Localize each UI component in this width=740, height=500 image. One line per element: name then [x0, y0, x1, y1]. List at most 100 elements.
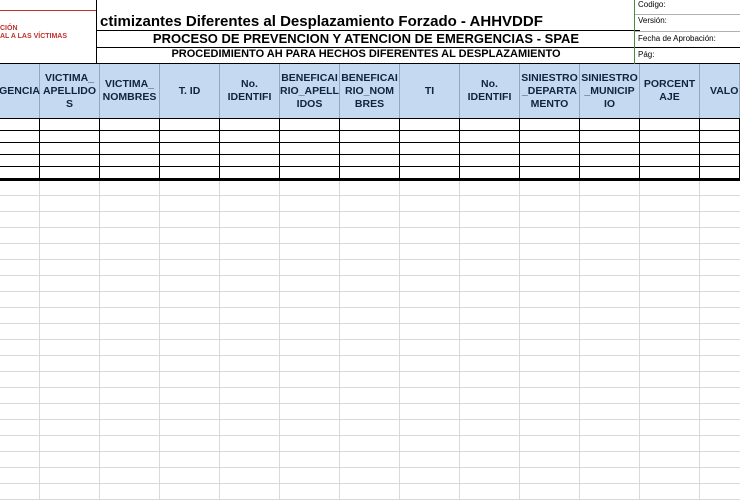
- meta-codigo[interactable]: Codigo:: [638, 0, 666, 9]
- table-cell[interactable]: [160, 167, 220, 179]
- process-title[interactable]: PROCESO DE PREVENCION Y ATENCION DE EMER…: [98, 31, 634, 46]
- table-cell[interactable]: [460, 131, 520, 143]
- table-cell[interactable]: [460, 119, 520, 131]
- table-cell[interactable]: [700, 119, 740, 131]
- table-cell[interactable]: [40, 119, 100, 131]
- table-cell[interactable]: [160, 143, 220, 155]
- grid-column-line: [699, 181, 700, 500]
- table-cell[interactable]: [400, 155, 460, 167]
- table-cell[interactable]: [40, 167, 100, 179]
- table-cell[interactable]: [580, 119, 640, 131]
- column-header-siniestro-departamento[interactable]: SINIESTRO _DEPARTA MENTO: [520, 64, 580, 118]
- document-title[interactable]: ctimizantes Diferentes al Desplazamiento…: [100, 13, 543, 30]
- table-cell[interactable]: [100, 131, 160, 143]
- column-header-tipo-id[interactable]: T. ID: [160, 64, 220, 118]
- header-rule: [634, 14, 740, 15]
- column-header-beneficiario-nombres[interactable]: BENEFICAI RIO_NOM BRES: [340, 64, 400, 118]
- table-cell[interactable]: [160, 155, 220, 167]
- table-cell[interactable]: [640, 143, 700, 155]
- header-rule: [634, 31, 740, 32]
- column-header-siniestro-municipio[interactable]: SINIESTRO _MUNICIP IO: [580, 64, 640, 118]
- table-cell[interactable]: [400, 131, 460, 143]
- table-cell[interactable]: [340, 119, 400, 131]
- grid-column-line: [639, 181, 640, 500]
- meta-version[interactable]: Versión:: [638, 16, 667, 25]
- column-header-label: VICTIMA_ APELLIDO S: [42, 71, 97, 110]
- table-cell[interactable]: [0, 167, 40, 179]
- table-cell[interactable]: [580, 167, 640, 179]
- table-cell[interactable]: [400, 167, 460, 179]
- table-cell[interactable]: [0, 131, 40, 143]
- table-cell[interactable]: [700, 131, 740, 143]
- table-cell[interactable]: [580, 155, 640, 167]
- table-cell[interactable]: [100, 167, 160, 179]
- table-cell[interactable]: [280, 167, 340, 179]
- table-cell[interactable]: [640, 167, 700, 179]
- column-header-victima-nombres[interactable]: VICTIMA_ NOMBRES: [100, 64, 160, 118]
- table-cell[interactable]: [460, 155, 520, 167]
- table-cell[interactable]: [0, 155, 40, 167]
- column-header-victima-apellidos[interactable]: VICTIMA_ APELLIDO S: [40, 64, 100, 118]
- table-cell[interactable]: [520, 131, 580, 143]
- table-cell[interactable]: [520, 119, 580, 131]
- table-cell[interactable]: [640, 119, 700, 131]
- table-cell[interactable]: [580, 131, 640, 143]
- table-cell[interactable]: [520, 155, 580, 167]
- table-cell[interactable]: [460, 143, 520, 155]
- table-cell[interactable]: [280, 119, 340, 131]
- header-rule: [96, 47, 740, 48]
- column-header-no-identificacion[interactable]: No. IDENTIFI: [220, 64, 280, 118]
- column-header-label: T. ID: [178, 84, 201, 97]
- table-cell[interactable]: [40, 143, 100, 155]
- column-header-no-identificacion-2[interactable]: No. IDENTIFI: [460, 64, 520, 118]
- table-cell[interactable]: [340, 155, 400, 167]
- table-cell[interactable]: [280, 143, 340, 155]
- table-cell[interactable]: [100, 143, 160, 155]
- procedure-title[interactable]: PROCEDIMIENTO AH PARA HECHOS DIFERENTES …: [98, 48, 634, 60]
- table-cell[interactable]: [340, 143, 400, 155]
- grid-column-line: [339, 181, 340, 500]
- column-header-ti[interactable]: TI: [400, 64, 460, 118]
- table-cell[interactable]: [0, 119, 40, 131]
- grid-column-line: [399, 181, 400, 500]
- table-bottom-rule: [0, 179, 740, 181]
- table-cell[interactable]: [220, 119, 280, 131]
- table-cell[interactable]: [340, 131, 400, 143]
- table-cell[interactable]: [700, 167, 740, 179]
- header-rule: [96, 30, 640, 31]
- table-cell[interactable]: [220, 167, 280, 179]
- table-cell[interactable]: [0, 143, 40, 155]
- table-cell[interactable]: [640, 131, 700, 143]
- table-cell[interactable]: [40, 155, 100, 167]
- table-cell[interactable]: [100, 155, 160, 167]
- meta-fecha[interactable]: Fecha de Aprobación:: [638, 34, 716, 43]
- table-cell[interactable]: [160, 131, 220, 143]
- column-header-porcentaje[interactable]: PORCENT AJE: [640, 64, 700, 118]
- column-header-label: VALO: [710, 84, 739, 97]
- table-cell[interactable]: [580, 143, 640, 155]
- column-header-beneficiario-apellidos[interactable]: BENEFICAI RIO_APELL IDOS: [280, 64, 340, 118]
- table-cell[interactable]: [700, 155, 740, 167]
- column-header-agencia[interactable]: GENCIA: [0, 64, 40, 118]
- table-cell[interactable]: [40, 131, 100, 143]
- table-cell[interactable]: [280, 131, 340, 143]
- table-cell[interactable]: [220, 155, 280, 167]
- grid-column-line: [159, 181, 160, 500]
- table-cell[interactable]: [400, 119, 460, 131]
- table-cell[interactable]: [400, 143, 460, 155]
- table-cell[interactable]: [220, 131, 280, 143]
- column-header-valor[interactable]: VALO: [700, 64, 740, 118]
- table-cell[interactable]: [520, 167, 580, 179]
- grid-column-line: [579, 181, 580, 500]
- table-cell[interactable]: [460, 167, 520, 179]
- table-cell[interactable]: [340, 167, 400, 179]
- table-cell[interactable]: [700, 143, 740, 155]
- table-cell[interactable]: [220, 143, 280, 155]
- table-cell[interactable]: [640, 155, 700, 167]
- table-cell[interactable]: [520, 143, 580, 155]
- header-rule: [96, 0, 97, 64]
- table-cell[interactable]: [280, 155, 340, 167]
- table-cell[interactable]: [100, 119, 160, 131]
- meta-pag[interactable]: Pág:: [638, 50, 654, 59]
- table-cell[interactable]: [160, 119, 220, 131]
